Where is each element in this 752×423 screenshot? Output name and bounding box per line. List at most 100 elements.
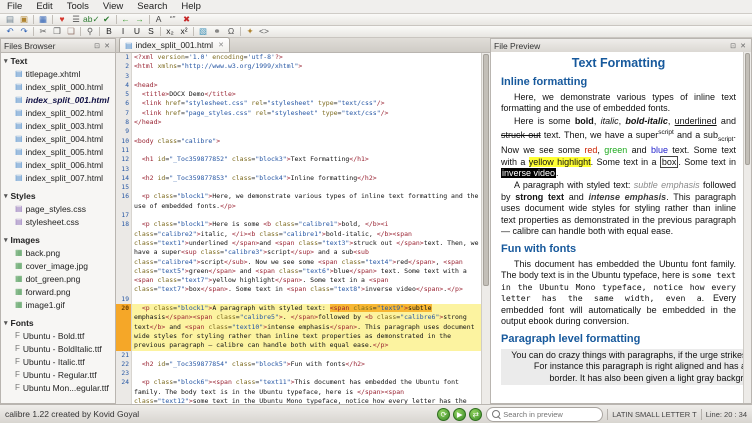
line-code[interactable]: <link href="page_styles.css" rel="styles… bbox=[132, 109, 482, 118]
tab-close-icon[interactable]: ✕ bbox=[218, 41, 224, 49]
preview-search-input[interactable] bbox=[503, 410, 597, 419]
file-item-index_split_004.html[interactable]: ▤index_split_004.html bbox=[1, 132, 115, 145]
bold-icon[interactable]: B bbox=[102, 26, 116, 37]
menu-tools[interactable]: Tools bbox=[60, 0, 96, 14]
editor-line-10[interactable]: 10<body class="calibre"> bbox=[116, 137, 482, 146]
line-code[interactable] bbox=[132, 211, 482, 220]
editor-line-24[interactable]: 24 <p class="block6"><span class="text11… bbox=[116, 378, 482, 404]
float-icon[interactable]: ⊡ bbox=[728, 42, 738, 50]
file-item-back.png[interactable]: ▦back.png bbox=[1, 246, 115, 259]
preview-scrollbar[interactable] bbox=[743, 52, 751, 403]
line-code[interactable]: <head> bbox=[132, 81, 482, 90]
remove-unused-icon[interactable]: ✖ bbox=[180, 14, 194, 25]
file-item-Ubuntu - BoldItalic.ttf[interactable]: FUbuntu - BoldItalic.ttf bbox=[1, 342, 115, 355]
line-code[interactable]: <p class="block1">A paragraph with style… bbox=[132, 304, 482, 350]
menu-edit[interactable]: Edit bbox=[29, 0, 59, 14]
file-item-image1.gif[interactable]: ▦image1.gif bbox=[1, 298, 115, 311]
check-book-icon[interactable]: ✔ bbox=[100, 14, 114, 25]
editor-redo-icon[interactable]: ↷ bbox=[17, 26, 31, 37]
editor-line-3[interactable]: 3 bbox=[116, 72, 482, 81]
superscript-icon[interactable]: x² bbox=[177, 26, 191, 37]
editor-line-1[interactable]: 1<?xml version='1.0' encoding='utf-8'?> bbox=[116, 53, 482, 62]
editor-line-4[interactable]: 4<head> bbox=[116, 81, 482, 90]
line-code[interactable]: <h1 id="_Toc359877852" class="block3">Te… bbox=[132, 155, 482, 164]
menu-help[interactable]: Help bbox=[174, 0, 208, 14]
editor-line-6[interactable]: 6 <link href="stylesheet.css" rel="style… bbox=[116, 99, 482, 108]
editor-line-8[interactable]: 8</head> bbox=[116, 118, 482, 127]
file-item-index_split_003.html[interactable]: ▤index_split_003.html bbox=[1, 119, 115, 132]
file-item-index_split_002.html[interactable]: ▤index_split_002.html bbox=[1, 106, 115, 119]
file-item-index_split_001.html[interactable]: ▤index_split_001.html bbox=[1, 93, 115, 106]
file-item-titlepage.xhtml[interactable]: ▤titlepage.xhtml bbox=[1, 67, 115, 80]
donate-icon[interactable]: ♥ bbox=[55, 14, 69, 25]
files-section-header-images[interactable]: ▾Images bbox=[1, 233, 115, 246]
editor-scrollbar-thumb[interactable] bbox=[483, 54, 489, 286]
editor-line-16[interactable]: 16 <p class="block1">Here, we demonstrat… bbox=[116, 192, 482, 211]
smarten-punctuation-icon[interactable]: “” bbox=[166, 14, 180, 25]
find-replace-icon[interactable]: ⚲ bbox=[83, 26, 97, 37]
special-char-icon[interactable]: Ω bbox=[224, 26, 238, 37]
toc-edit-icon[interactable]: ☰ bbox=[69, 14, 83, 25]
close-icon[interactable]: ✕ bbox=[738, 42, 748, 50]
line-code[interactable]: <p class="block1">Here is some <b class=… bbox=[132, 220, 482, 294]
beautify-icon[interactable]: ✦ bbox=[243, 26, 257, 37]
editor-line-11[interactable]: 11 bbox=[116, 146, 482, 155]
editor-line-22[interactable]: 22 <h2 id="_Toc359877854" class="block5"… bbox=[116, 360, 482, 369]
subscript-icon[interactable]: x₂ bbox=[163, 26, 177, 37]
editor-line-19[interactable]: 19 bbox=[116, 295, 482, 304]
line-code[interactable] bbox=[132, 369, 482, 378]
float-icon[interactable]: ⊡ bbox=[92, 42, 102, 50]
files-section-header-fonts[interactable]: ▾Fonts bbox=[1, 316, 115, 329]
editor-line-14[interactable]: 14 <h2 id="_Toc359877853" class="block4"… bbox=[116, 174, 482, 183]
line-code[interactable] bbox=[132, 165, 482, 174]
underline-icon[interactable]: U bbox=[130, 26, 144, 37]
menu-view[interactable]: View bbox=[96, 0, 130, 14]
editor-line-13[interactable]: 13 bbox=[116, 165, 482, 174]
spellcheck-icon[interactable]: ab✓ bbox=[83, 14, 100, 25]
insert-image-icon[interactable]: ▧ bbox=[196, 26, 210, 37]
file-item-Ubuntu - Regular.ttf[interactable]: FUbuntu - Regular.ttf bbox=[1, 368, 115, 381]
manage-fonts-icon[interactable]: A bbox=[152, 14, 166, 25]
editor-scrollbar[interactable] bbox=[481, 53, 490, 404]
file-item-index_split_007.html[interactable]: ▤index_split_007.html bbox=[1, 171, 115, 184]
preview-refresh-icon[interactable]: ⟳ bbox=[437, 408, 450, 421]
file-item-page_styles.css[interactable]: ▤page_styles.css bbox=[1, 202, 115, 215]
line-code[interactable]: <html xmlns="http://www.w3.org/1999/xhtm… bbox=[132, 62, 482, 71]
line-code[interactable]: <h2 id="_Toc359877853" class="block4">In… bbox=[132, 174, 482, 183]
paste-icon[interactable]: ❑ bbox=[64, 26, 78, 37]
strikethrough-icon[interactable]: S bbox=[144, 26, 158, 37]
line-code[interactable]: </head> bbox=[132, 118, 482, 127]
editor-line-17[interactable]: 17 bbox=[116, 211, 482, 220]
preview-sync-icon[interactable]: ⇄ bbox=[469, 408, 482, 421]
editor-line-21[interactable]: 21 bbox=[116, 351, 482, 360]
preview-run-icon[interactable]: ▶ bbox=[453, 408, 466, 421]
editor-line-12[interactable]: 12 <h1 id="_Toc359877852" class="block3"… bbox=[116, 155, 482, 164]
editor-line-20[interactable]: 20 <p class="block1">A paragraph with st… bbox=[116, 304, 482, 350]
line-code[interactable] bbox=[132, 72, 482, 81]
open-book-icon[interactable]: ▣ bbox=[17, 14, 31, 25]
insert-link-icon[interactable]: ⚭ bbox=[210, 26, 224, 37]
go-back-icon[interactable]: ← bbox=[119, 14, 133, 25]
file-item-index_split_006.html[interactable]: ▤index_split_006.html bbox=[1, 158, 115, 171]
file-item-Ubuntu - Italic.ttf[interactable]: FUbuntu - Italic.ttf bbox=[1, 355, 115, 368]
menu-file[interactable]: File bbox=[0, 0, 29, 14]
go-forward-icon[interactable]: → bbox=[133, 14, 147, 25]
line-code[interactable]: <p class="block6"><span class="text11">T… bbox=[132, 378, 482, 404]
file-item-index_split_005.html[interactable]: ▤index_split_005.html bbox=[1, 145, 115, 158]
line-code[interactable] bbox=[132, 127, 482, 136]
cut-icon[interactable]: ✂ bbox=[36, 26, 50, 37]
file-item-cover_image.jpg[interactable]: ▦cover_image.jpg bbox=[1, 259, 115, 272]
editor-undo-icon[interactable]: ↶ bbox=[3, 26, 17, 37]
file-item-Ubuntu Mon...egular.ttf[interactable]: FUbuntu Mon...egular.ttf bbox=[1, 381, 115, 394]
preview-scrollbar-thumb[interactable] bbox=[745, 53, 750, 165]
line-code[interactable]: <link href="stylesheet.css" rel="stylesh… bbox=[132, 99, 482, 108]
editor-line-5[interactable]: 5 <title>DOCX Demo</title> bbox=[116, 90, 482, 99]
line-code[interactable]: <body class="calibre"> bbox=[132, 137, 482, 146]
file-item-forward.png[interactable]: ▦forward.png bbox=[1, 285, 115, 298]
editor-line-18[interactable]: 18 <p class="block1">Here is some <b cla… bbox=[116, 220, 482, 294]
line-code[interactable]: <p class="block1">Here, we demonstrate v… bbox=[132, 192, 482, 211]
close-icon[interactable]: ✕ bbox=[102, 42, 112, 50]
new-file-icon[interactable]: ▤ bbox=[3, 14, 17, 25]
save-icon[interactable]: ▦ bbox=[36, 14, 50, 25]
code-editor[interactable]: 1<?xml version='1.0' encoding='utf-8'?> 2… bbox=[116, 53, 482, 404]
